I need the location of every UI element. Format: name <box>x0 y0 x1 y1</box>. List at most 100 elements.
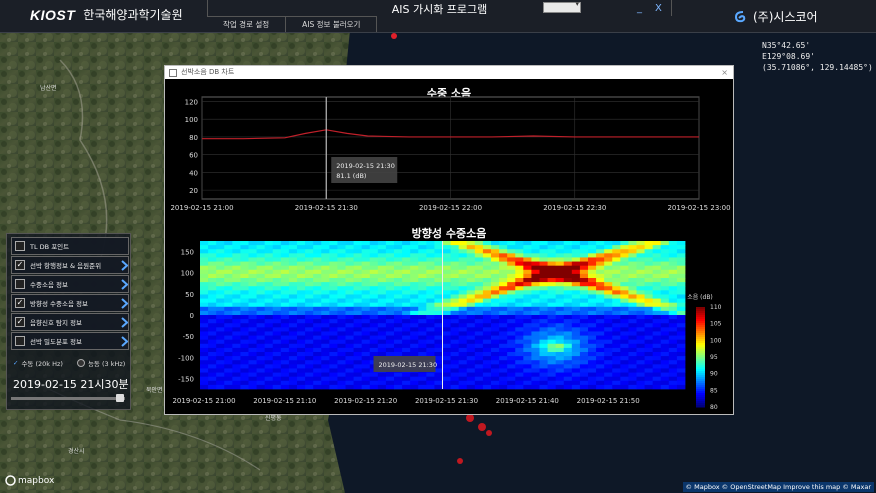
heatmap-cell <box>394 273 403 279</box>
heatmap-cell <box>256 278 266 283</box>
chevron-right-icon[interactable] <box>120 333 128 349</box>
layer-checkbox[interactable] <box>15 241 25 251</box>
heatmap-cell <box>596 364 605 369</box>
heatmap-cell <box>264 347 274 353</box>
heatmap-cell <box>297 347 306 353</box>
heatmap-cell <box>402 290 411 295</box>
heatmap-cell <box>402 278 411 283</box>
heatmap-cell <box>531 269 540 275</box>
heatmap-cell <box>418 384 427 390</box>
chevron-right-icon[interactable] <box>120 257 128 273</box>
heatmap-cell <box>563 323 573 328</box>
mapbox-logo[interactable]: mapbox <box>5 475 54 486</box>
layer-checkbox[interactable]: ✓ <box>15 317 25 327</box>
heatmap-cell <box>410 347 419 353</box>
mode-active-radio[interactable] <box>76 359 85 367</box>
layer-item[interactable]: ✓ 음향신호 탐지 정보 <box>11 313 129 331</box>
layer-checkbox[interactable]: ✓ <box>15 298 25 308</box>
time-slider[interactable] <box>11 394 125 402</box>
menu-work-path[interactable]: 작업 경로 설정 <box>207 16 287 32</box>
heatmap-cell <box>604 257 613 262</box>
heatmap-cell <box>297 298 306 304</box>
heatmap-cell <box>579 257 589 262</box>
layer-checkbox[interactable]: ✓ <box>15 260 25 270</box>
close-button[interactable]: X <box>655 3 662 14</box>
heatmap-cell <box>385 298 395 304</box>
layer-item[interactable]: ✓ 방향성 수중소음 정보 <box>11 294 129 312</box>
heatmap-cell <box>442 306 451 312</box>
heatmap-cell <box>410 372 419 378</box>
heatmap-cell <box>321 323 330 328</box>
heatmap-cell <box>523 380 532 386</box>
layer-checkbox[interactable] <box>15 336 25 346</box>
heatmap-cell <box>596 360 605 365</box>
dialog-close-button[interactable]: × <box>721 66 728 79</box>
heatmap-cell <box>418 278 427 283</box>
heatmap-cell <box>620 269 629 275</box>
heatmap-cell <box>458 249 468 254</box>
heatmap-cell <box>555 298 565 304</box>
heatmap-cell <box>377 323 387 328</box>
heatmap-cell <box>394 331 403 336</box>
heatmap-cell <box>208 294 217 299</box>
minimize-button[interactable]: _ <box>637 3 642 14</box>
heatmap-cell <box>628 245 637 250</box>
heatmap-cell <box>337 286 346 291</box>
heatmap-cell <box>523 290 532 295</box>
layer-item[interactable]: ✓ 선박 항행정보 & 음원준위 <box>11 256 129 274</box>
heatmap-cell <box>232 384 241 390</box>
layer-item[interactable]: TL DB 포인트 <box>11 237 129 255</box>
heatmap-cell <box>612 352 621 357</box>
layer-checkbox[interactable] <box>15 279 25 289</box>
heatmap-cell <box>240 356 249 361</box>
heatmap-cell <box>458 253 468 258</box>
heatmap-cell <box>652 319 662 324</box>
chevron-right-icon[interactable] <box>120 295 128 311</box>
menu-load-ais[interactable]: AIS 정보 불러오기 <box>286 16 378 32</box>
heatmap-cell <box>531 298 540 304</box>
heatmap-cell <box>216 380 225 386</box>
chevron-right-icon[interactable] <box>120 314 128 330</box>
current-datetime: 2019-02-15 21시30분 <box>13 378 129 391</box>
heatmap-cell <box>555 282 565 287</box>
heatmap-cell <box>588 286 597 291</box>
mode-passive-label[interactable]: 수동 (20k Hz) <box>21 358 63 368</box>
heatmap-cell <box>620 376 629 382</box>
language-select[interactable]: ▾ <box>543 0 581 13</box>
heatmap-cell <box>248 380 257 386</box>
heatmap-cell <box>628 241 637 246</box>
heatmap-cell <box>474 269 484 275</box>
heatmap-cell <box>612 364 621 369</box>
map-attribution[interactable]: © Mapbox © OpenStreetMap Improve this ma… <box>682 482 874 492</box>
heatmap-cell <box>482 315 492 320</box>
heatmap-cell <box>402 352 411 357</box>
heatmap-cell <box>563 286 573 291</box>
heatmap-cell <box>264 265 274 271</box>
heatmap-cell <box>652 298 662 304</box>
chevron-right-icon[interactable] <box>120 276 128 292</box>
heatmap-cell <box>353 265 363 271</box>
dialog-titlebar[interactable]: 선박소음 DB 차트 × <box>165 66 733 79</box>
heatmap-cell <box>305 298 314 304</box>
heatmap-cell <box>620 306 629 312</box>
heatmap-cell <box>305 261 314 267</box>
heatmap-cell <box>644 249 654 254</box>
heatmap-cell <box>240 249 249 254</box>
heatmap-cell <box>313 273 322 279</box>
layer-item[interactable]: 수중소음 정보 <box>11 275 129 293</box>
heatmap-cell <box>571 347 581 353</box>
heatmap-cell <box>377 261 387 267</box>
heatmap-cell <box>264 269 274 275</box>
heatmap-cell <box>434 310 443 316</box>
layer-item[interactable]: 선박 밀도분포 정보 <box>11 332 129 350</box>
heatmap-cell <box>515 290 524 295</box>
mode-active-label[interactable]: 능동 (3 kHz) <box>88 358 125 368</box>
time-slider-handle[interactable] <box>115 394 124 402</box>
heatmap-cell <box>248 253 257 258</box>
heatmap-cell <box>507 261 516 267</box>
heatmap-cell <box>337 372 346 378</box>
heatmap-cell <box>644 372 654 378</box>
heatmap-cell <box>418 290 427 295</box>
heatmap-y-tick-label: 0 <box>190 312 194 320</box>
heatmap-cell <box>547 302 557 308</box>
